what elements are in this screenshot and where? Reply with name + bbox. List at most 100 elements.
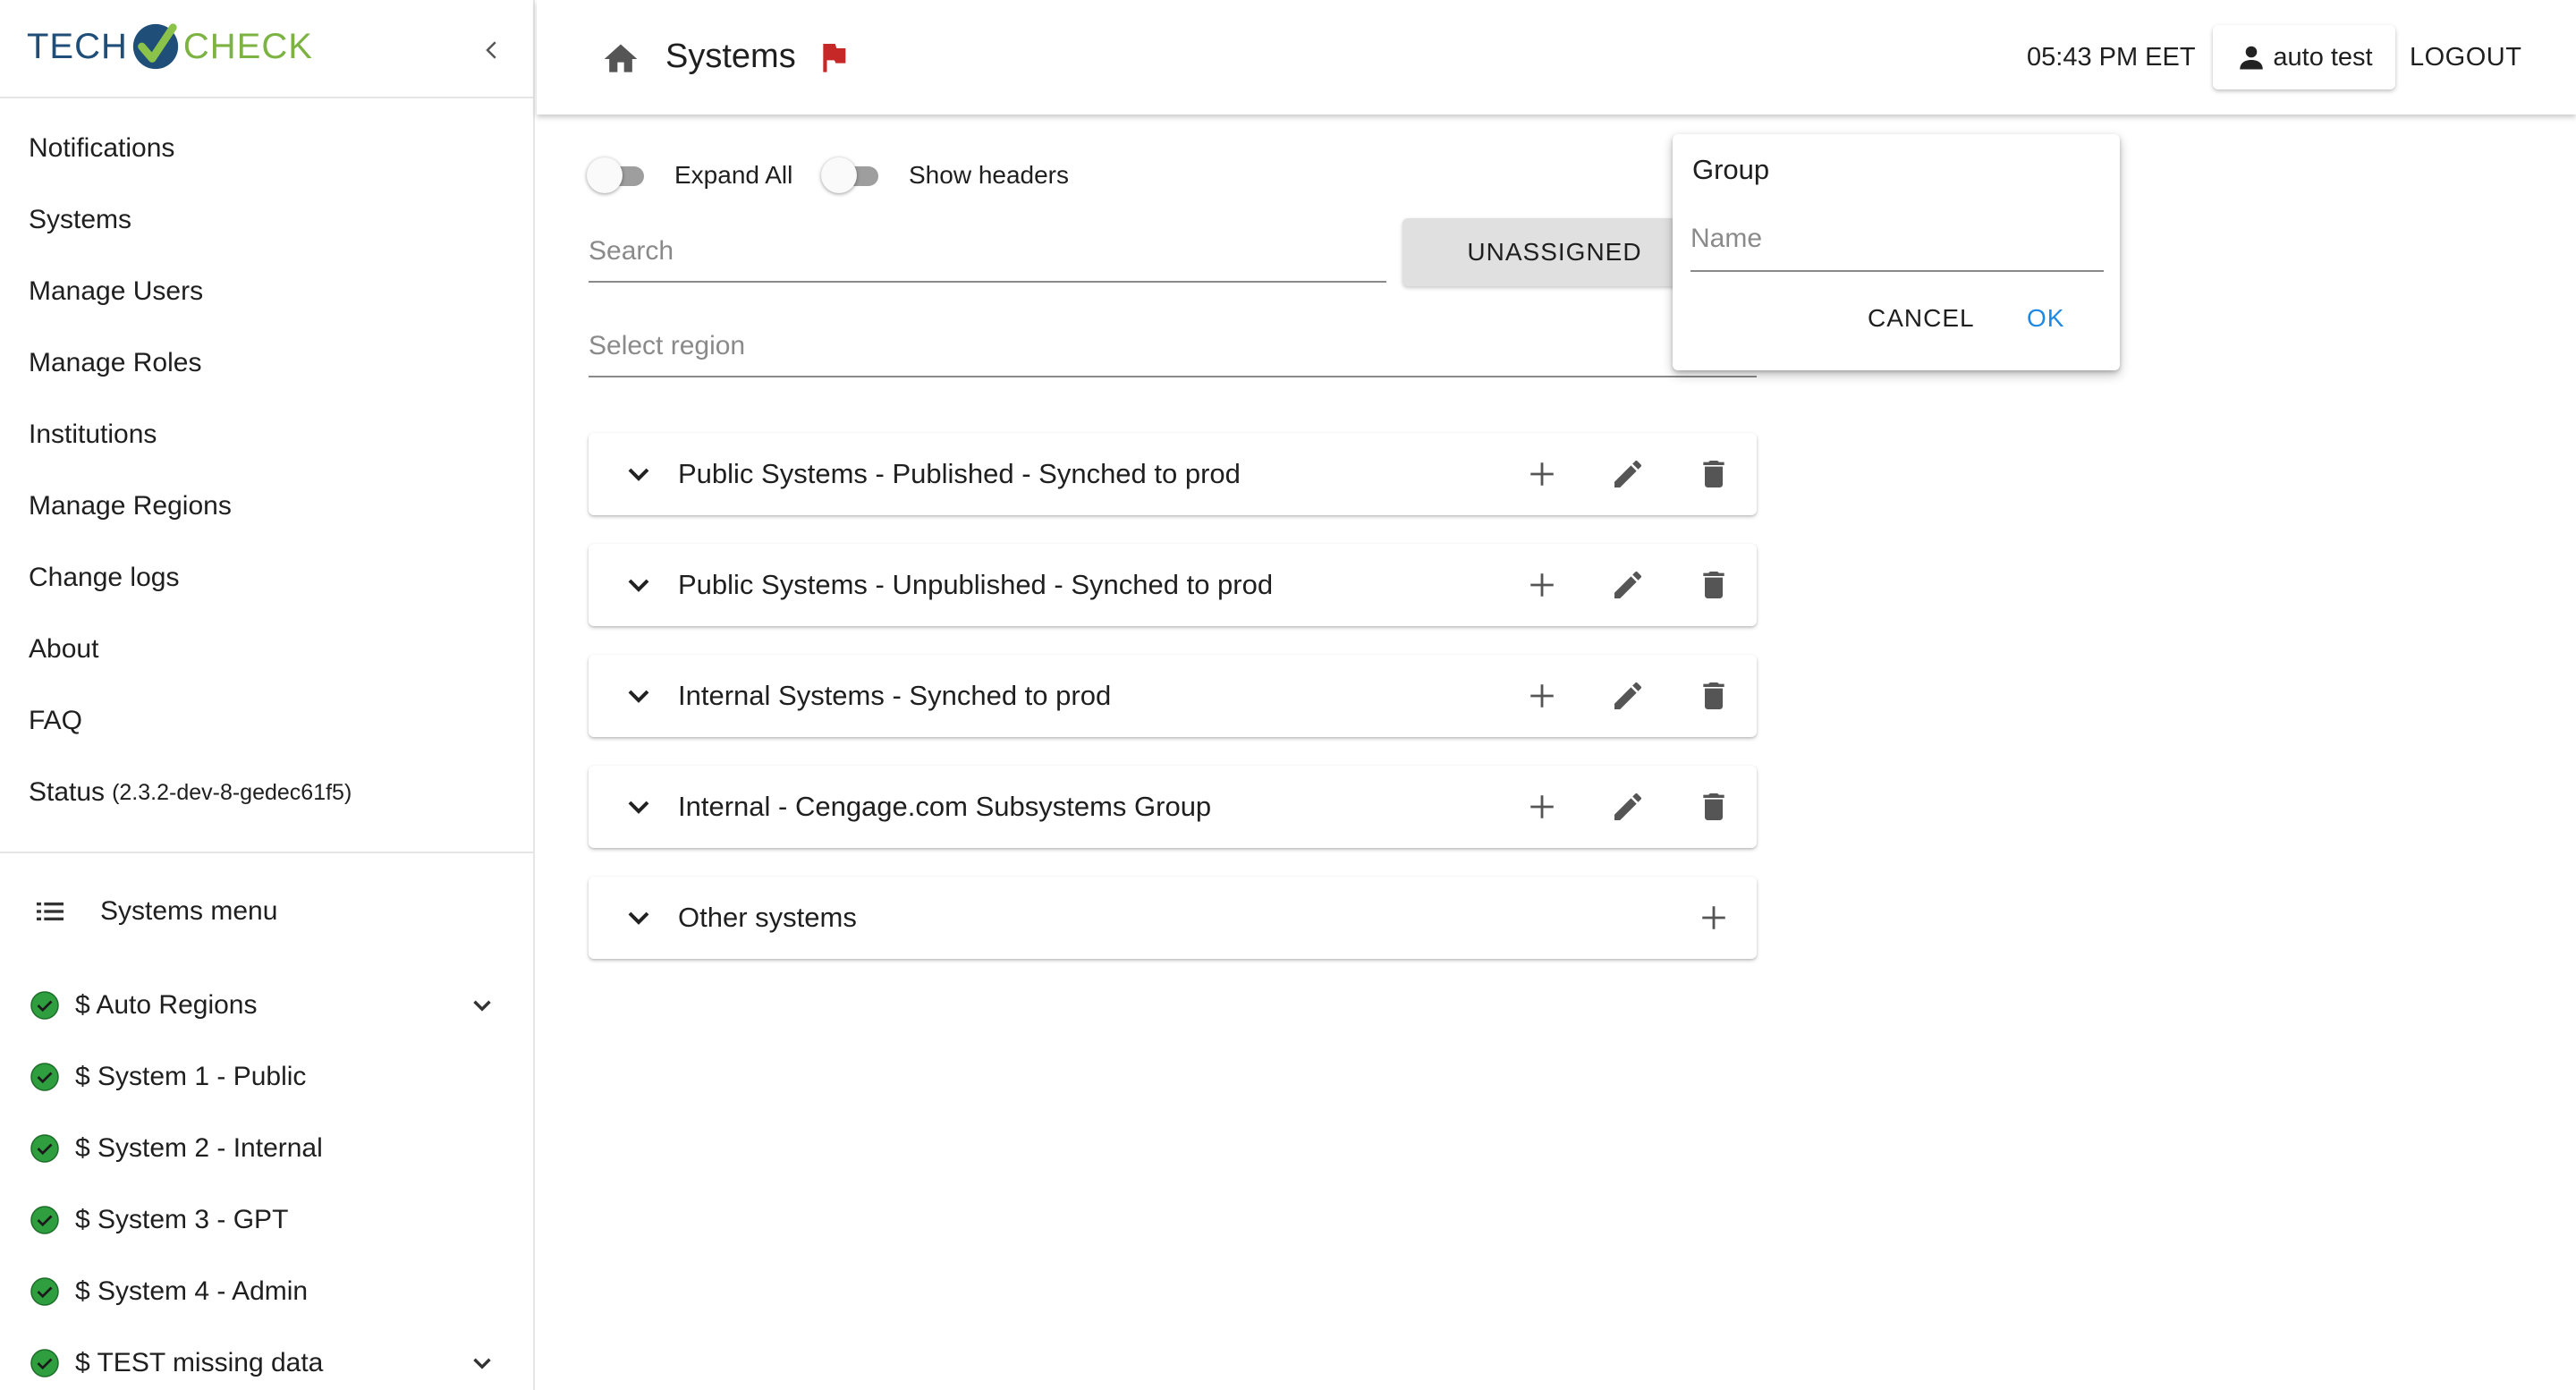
add-button[interactable] [1522,454,1562,494]
system-item-test-missing-data[interactable]: $ TEST missing data [0,1327,533,1390]
show-headers-label: Show headers [909,161,1070,189]
trash-icon [1703,682,1724,709]
search-placeholder: Search [589,236,674,266]
checkmark-logo-icon [132,23,179,70]
edit-button[interactable] [1608,454,1648,494]
user-name: auto test [2273,42,2373,72]
system-item-label: $ System 2 - Internal [75,1133,323,1163]
user-account-button[interactable]: auto test [2213,25,2395,89]
sidebar: TECH CHECK Notifications Systems Manage … [0,0,535,1390]
system-item-label: $ TEST missing data [75,1348,324,1377]
check-circle-icon [30,991,59,1020]
system-item-auto-regions[interactable]: $ Auto Regions [0,970,533,1041]
popover-title: Group [1692,154,1770,185]
systems-menu-list: $ Auto Regions $ System 1 - Public $ Sys… [0,970,533,1390]
system-item-system-2[interactable]: $ System 2 - Internal [0,1113,533,1184]
menu-item-institutions[interactable]: Institutions [0,399,533,470]
chevron-down-icon[interactable] [621,456,657,492]
status-version: (2.3.2-dev-8-gedec61f5) [112,779,352,805]
group-label: Public Systems - Published - Synched to … [678,458,1241,489]
menu-item-status[interactable]: Status (2.3.2-dev-8-gedec61f5) [0,757,533,828]
chevron-down-icon[interactable] [467,1348,497,1378]
menu-item-label: Manage Regions [29,491,232,521]
unassigned-button[interactable]: UNASSIGNED [1402,218,1707,286]
group-card: Internal - Cengage.com Subsystems Group [589,766,1757,848]
show-headers-toggle[interactable]: Show headers [821,156,1069,195]
unassigned-button-label: UNASSIGNED [1467,238,1642,266]
delete-button[interactable] [1694,565,1733,605]
edit-button[interactable] [1608,676,1648,716]
menu-item-label: Systems [29,205,132,234]
chevron-down-icon[interactable] [467,990,497,1021]
brand-name-part1: TECH [27,26,128,66]
add-button[interactable] [1522,565,1562,605]
group-label: Internal Systems - Synched to prod [678,680,1112,711]
systems-menu-title: Systems menu [100,896,278,926]
trash-icon [1703,793,1724,820]
menu-item-label: Institutions [29,420,157,449]
add-button[interactable] [1522,676,1562,716]
group-card: Public Systems - Published - Synched to … [589,433,1757,515]
pencil-icon [1614,460,1642,487]
menu-item-about[interactable]: About [0,614,533,685]
expand-all-switch[interactable] [587,156,651,195]
region-placeholder: Select region [589,331,746,360]
system-item-label: $ Auto Regions [75,990,258,1020]
menu-item-systems[interactable]: Systems [0,184,533,256]
brand-logo[interactable]: TECH CHECK [27,20,313,73]
search-input[interactable]: Search [589,227,1386,283]
menu-item-faq[interactable]: FAQ [0,685,533,757]
menu-item-manage-roles[interactable]: Manage Roles [0,327,533,399]
group-label: Other systems [678,902,857,933]
chevron-down-icon[interactable] [621,900,657,936]
switch-thumb [587,157,623,193]
menu-item-label: Notifications [29,133,175,163]
menu-item-change-logs[interactable]: Change logs [0,542,533,614]
logo-bar: TECH CHECK [0,0,533,98]
menu-item-manage-users[interactable]: Manage Users [0,256,533,327]
edit-button[interactable] [1608,565,1648,605]
system-item-label: $ System 1 - Public [75,1062,307,1091]
chevron-down-icon[interactable] [621,789,657,825]
menu-item-manage-regions[interactable]: Manage Regions [0,470,533,542]
flag-icon[interactable] [816,39,852,75]
delete-button[interactable] [1694,787,1733,826]
clock-readout: 05:43 PM EET [2027,43,2196,72]
list-icon [37,903,64,920]
chevron-left-icon [486,41,496,59]
collapse-sidebar-button[interactable] [474,32,510,68]
system-item-system-1[interactable]: $ System 1 - Public [0,1041,533,1113]
delete-button[interactable] [1694,676,1733,716]
expand-all-toggle[interactable]: Expand All [587,156,792,195]
logout-button[interactable]: LOGOUT [2410,43,2521,72]
ok-button[interactable]: OK [2027,304,2064,333]
main-menu: Notifications Systems Manage Users Manag… [0,98,533,828]
chevron-down-icon[interactable] [621,567,657,603]
add-button[interactable] [1694,898,1733,937]
pencil-icon [1614,792,1642,820]
edit-button[interactable] [1608,787,1648,826]
menu-item-notifications[interactable]: Notifications [0,113,533,184]
region-select[interactable]: Select region [589,320,1757,377]
expand-all-label: Expand All [674,161,793,189]
switch-thumb [821,157,857,193]
group-name-input[interactable]: Name [1690,224,2104,272]
plus-icon [1530,795,1554,818]
check-circle-icon [30,1349,59,1377]
cancel-button[interactable]: CANCEL [1868,304,1975,333]
chevron-down-icon[interactable] [621,678,657,714]
add-button[interactable] [1522,787,1562,826]
person-icon [2240,46,2264,70]
menu-item-label: FAQ [29,706,83,735]
trash-icon [1703,572,1724,598]
check-circle-icon [30,1134,59,1163]
system-item-system-4[interactable]: $ System 4 - Admin [0,1256,533,1327]
system-item-system-3[interactable]: $ System 3 - GPT [0,1184,533,1256]
trash-icon [1703,461,1724,487]
menu-item-label: About [29,634,99,664]
system-item-label: $ System 3 - GPT [75,1205,289,1234]
show-headers-switch[interactable] [821,156,886,195]
group-label: Internal - Cengage.com Subsystems Group [678,791,1212,822]
delete-button[interactable] [1694,454,1733,494]
home-icon[interactable] [601,39,640,79]
